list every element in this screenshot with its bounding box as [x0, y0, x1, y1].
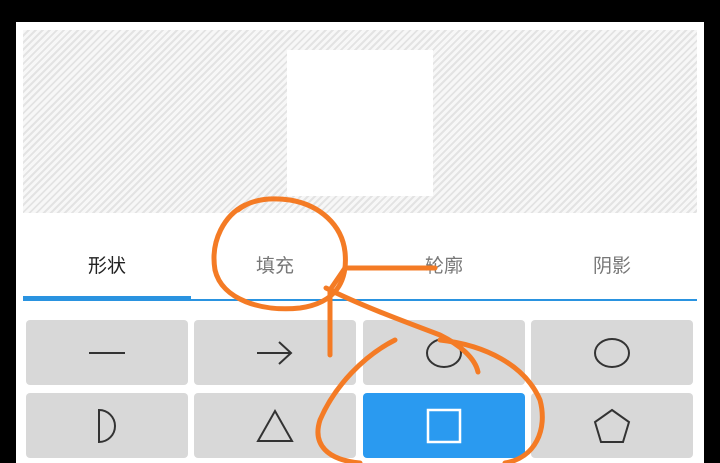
pentagon-icon	[593, 408, 631, 443]
square-icon	[426, 408, 462, 443]
tab-label: 填充	[255, 254, 294, 277]
tab-label: 阴影	[592, 254, 631, 277]
tab-label: 轮廓	[424, 254, 463, 277]
line-icon	[89, 351, 125, 354]
half-circle-icon	[98, 408, 116, 443]
shape-option-square[interactable]	[363, 393, 525, 458]
tab-shape[interactable]: 形状	[23, 229, 191, 299]
tab-fill[interactable]: 填充	[191, 229, 359, 299]
arrow-right-icon	[257, 340, 293, 365]
tab-shadow[interactable]: 阴影	[528, 229, 696, 299]
shape-preview-area	[23, 30, 697, 213]
shape-option-line[interactable]	[26, 320, 188, 385]
shape-editor-panel: 形状 填充 轮廓 阴影	[16, 22, 704, 463]
shape-option-half-circle[interactable]	[26, 393, 188, 458]
preview-shape	[287, 50, 433, 196]
shape-grid	[26, 320, 694, 463]
triangle-icon	[256, 408, 294, 442]
shape-option-pentagon[interactable]	[531, 393, 693, 458]
tab-outline[interactable]: 轮廓	[360, 229, 528, 299]
shape-option-ellipse[interactable]	[363, 320, 525, 385]
tab-bar: 形状 填充 轮廓 阴影	[23, 229, 697, 301]
active-tab-indicator	[23, 296, 191, 301]
circle-icon	[594, 337, 630, 368]
tab-label: 形状	[87, 254, 126, 277]
shape-option-circle[interactable]	[531, 320, 693, 385]
shape-option-arrow[interactable]	[194, 320, 356, 385]
ellipse-icon	[426, 337, 462, 368]
shape-option-triangle[interactable]	[194, 393, 356, 458]
